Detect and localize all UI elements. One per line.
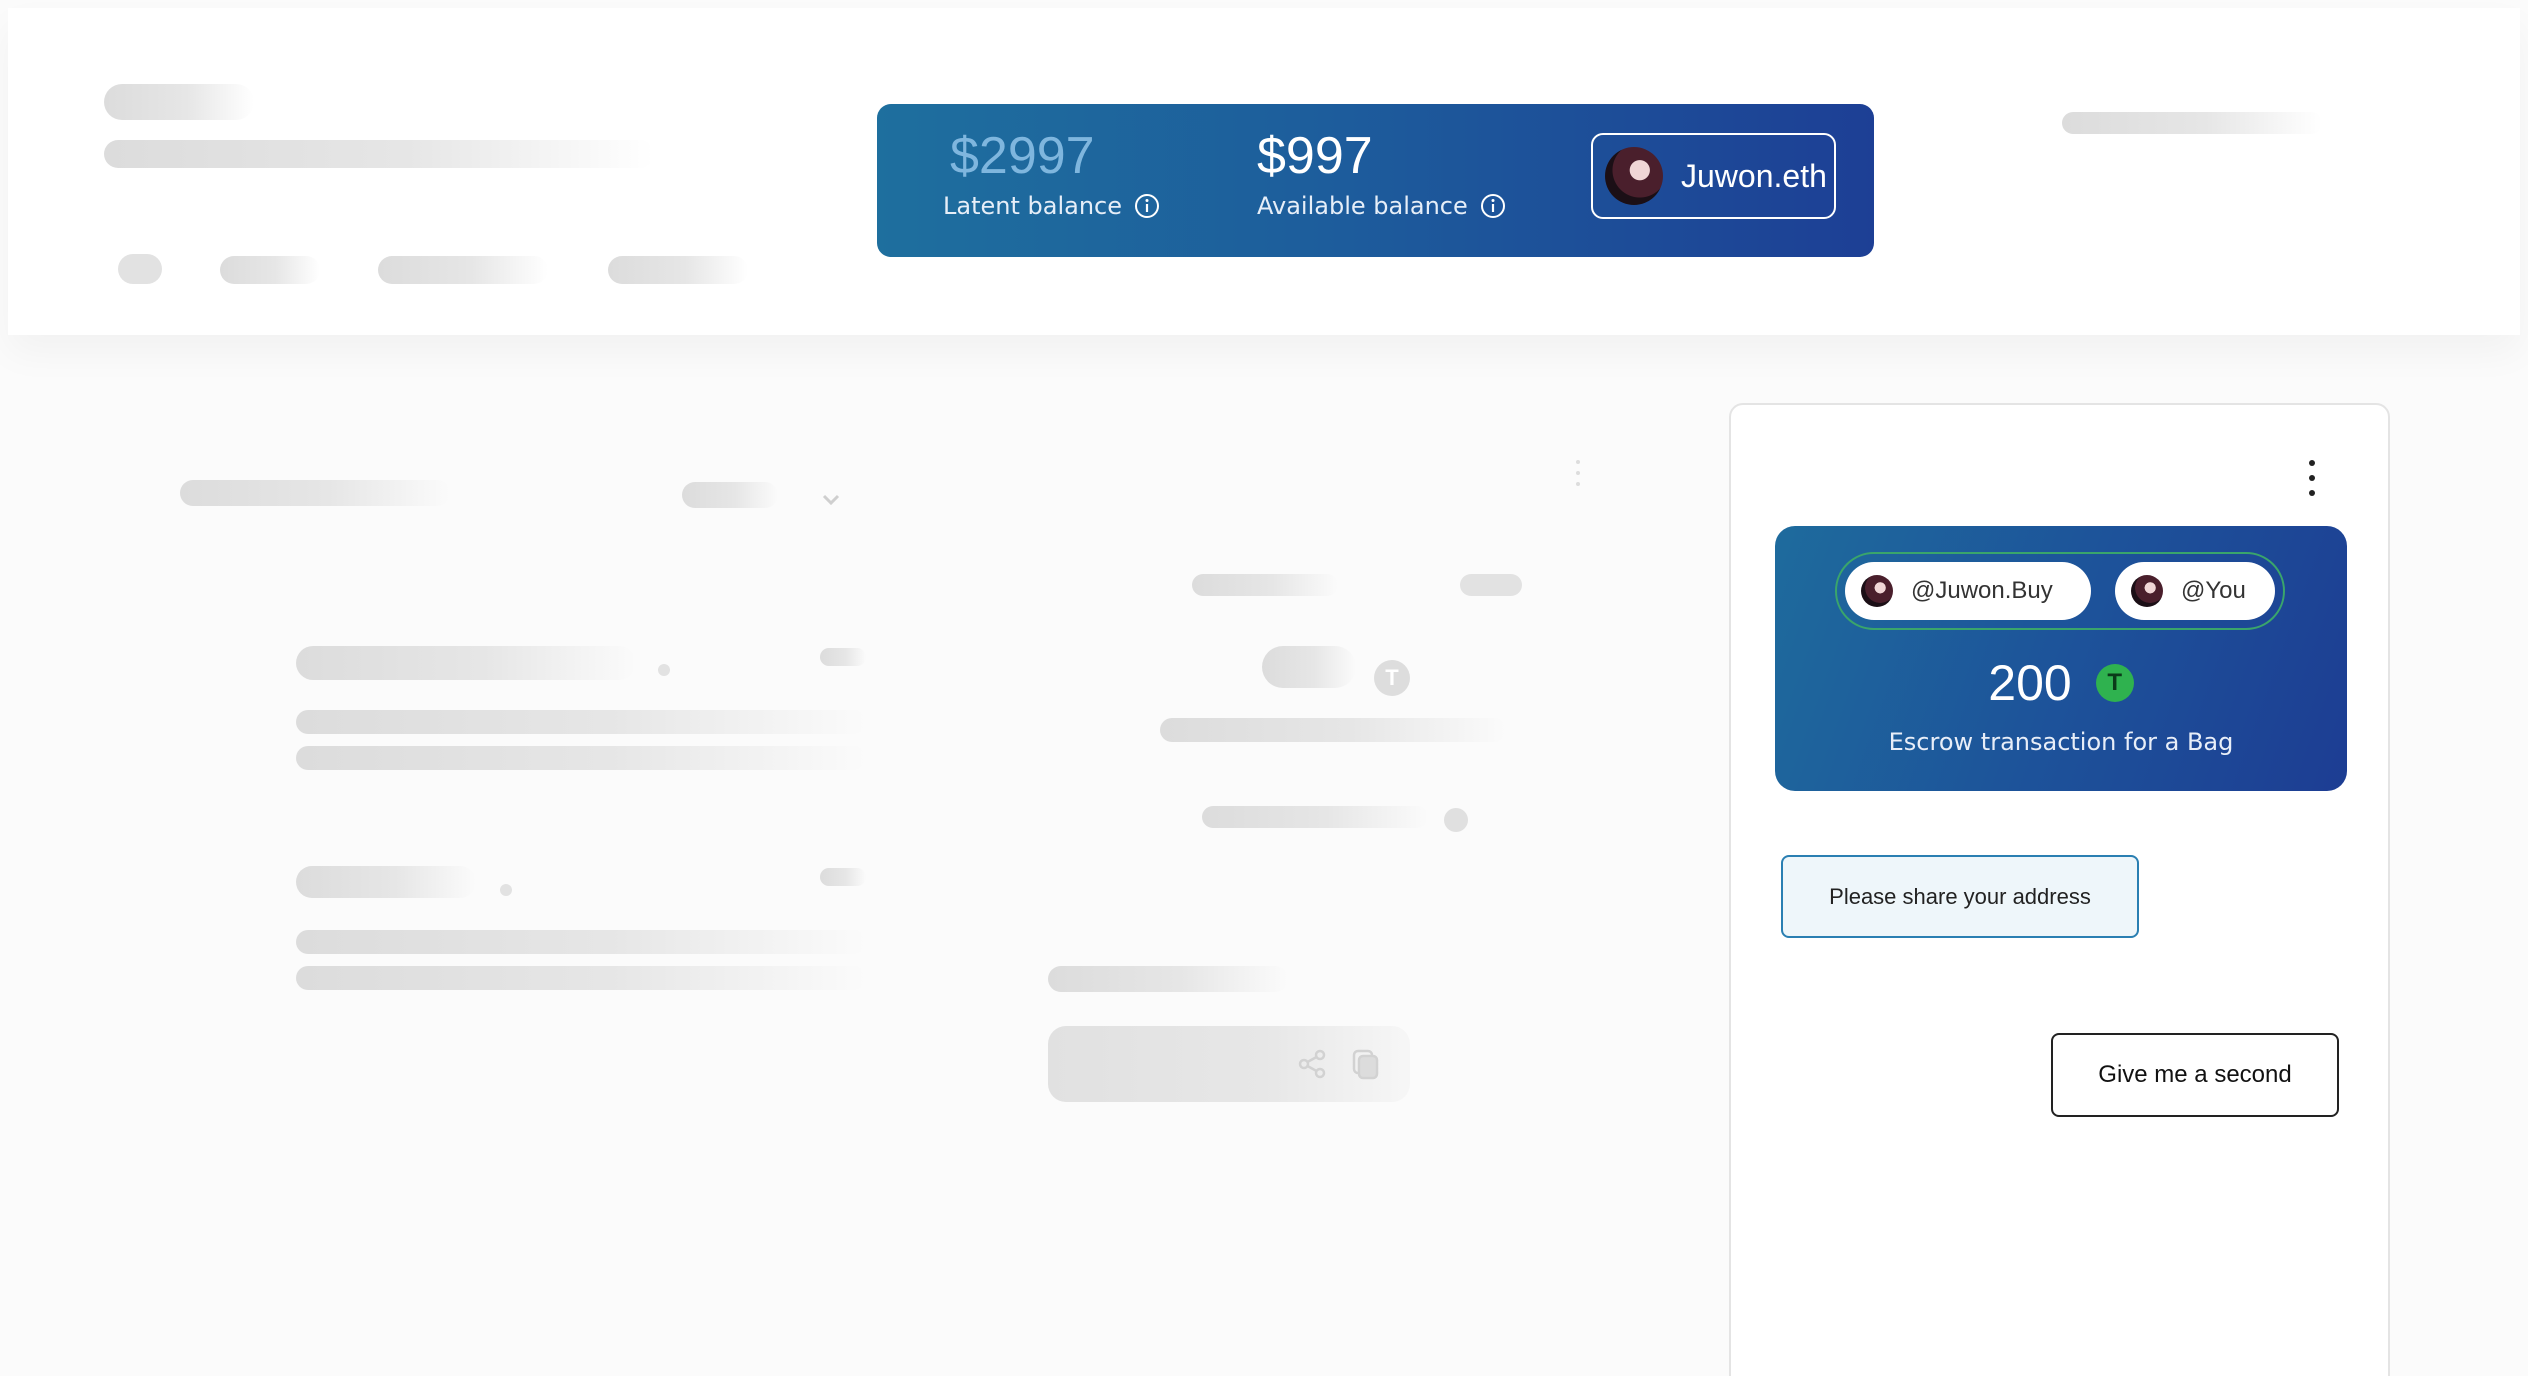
more-options-icon[interactable]	[2297, 460, 2327, 496]
escrow-amount-value: 200	[1988, 655, 2072, 711]
skeleton-nav-item	[118, 254, 162, 284]
app-root: $2997 Latent balance $997 Available bala…	[0, 0, 2528, 1376]
escrow-parties: @Juwon.Buy @You	[1835, 552, 2285, 630]
skeleton-subtitle	[104, 140, 654, 168]
skeleton-action-bar	[1048, 1026, 1410, 1102]
skeleton-logo	[104, 84, 254, 120]
skeleton-list-title	[296, 646, 636, 680]
skeleton-detail-label	[1192, 574, 1338, 596]
skeleton-detail-label	[1048, 966, 1288, 992]
seller-name: @You	[2181, 577, 2246, 604]
escrow-amount: 200 T	[1775, 654, 2347, 712]
info-icon[interactable]	[1480, 193, 1506, 219]
available-balance-text: Available balance	[1257, 192, 1468, 220]
share-icon[interactable]	[1296, 1048, 1328, 1080]
verified-icon	[1444, 808, 1468, 832]
skeleton-dot	[658, 664, 670, 676]
escrow-description: Escrow transaction for a Bag	[1888, 728, 2234, 756]
incoming-message: Please share your address	[1781, 855, 2139, 938]
skeleton-list-line	[296, 746, 866, 770]
skeleton-list-title	[296, 866, 476, 898]
skeleton-nav-item	[378, 256, 548, 284]
latent-balance-label: Latent balance	[943, 192, 1160, 220]
skeleton-filter	[682, 482, 778, 508]
available-balance-label: Available balance	[1257, 192, 1506, 220]
skeleton-detail-desc	[1160, 718, 1506, 742]
skeleton-title	[180, 480, 450, 506]
skeleton-nav-item	[220, 256, 320, 284]
balance-card: $2997 Latent balance $997 Available bala…	[877, 104, 1874, 257]
skeleton-nav-item	[608, 256, 748, 284]
skeleton-list-meta	[820, 868, 866, 886]
chevron-down-icon[interactable]	[820, 492, 842, 508]
skeleton-list-line	[296, 710, 866, 734]
avatar	[2131, 575, 2163, 607]
escrow-card: @Juwon.Buy @You 200 T Escrow transaction…	[1775, 526, 2347, 791]
skeleton-list-line	[296, 930, 866, 954]
skeleton-dot	[500, 884, 512, 896]
available-balance-amount: $997	[1257, 127, 1373, 185]
buyer-chip[interactable]: @Juwon.Buy	[1845, 562, 2091, 620]
quick-reply-button[interactable]: Give me a second	[2051, 1033, 2339, 1117]
copy-icon[interactable]	[1350, 1048, 1380, 1080]
more-options-icon[interactable]	[1574, 460, 1582, 486]
skeleton-detail-label	[1460, 574, 1522, 596]
user-name: Juwon.eth	[1681, 157, 1827, 194]
seller-chip[interactable]: @You	[2115, 562, 2275, 620]
avatar	[1605, 147, 1663, 205]
buyer-name: @Juwon.Buy	[1911, 577, 2053, 604]
chat-panel: @Juwon.Buy @You 200 T Escrow transaction…	[1729, 403, 2390, 1376]
tether-icon: T	[2095, 664, 2134, 702]
skeleton-header-right	[2062, 112, 2322, 134]
info-icon[interactable]	[1134, 193, 1160, 219]
skeleton-list-meta	[820, 648, 866, 666]
skeleton-detail-tag	[1202, 806, 1428, 828]
header: $2997 Latent balance $997 Available bala…	[8, 8, 2520, 335]
latent-balance-amount: $2997	[950, 127, 1095, 185]
user-profile-button[interactable]: Juwon.eth	[1591, 133, 1836, 219]
avatar	[1861, 575, 1893, 607]
skeleton-list-line	[296, 966, 866, 990]
latent-balance-text: Latent balance	[943, 192, 1122, 220]
tether-icon: T	[1374, 660, 1410, 696]
skeleton-detail-amount	[1262, 646, 1356, 688]
